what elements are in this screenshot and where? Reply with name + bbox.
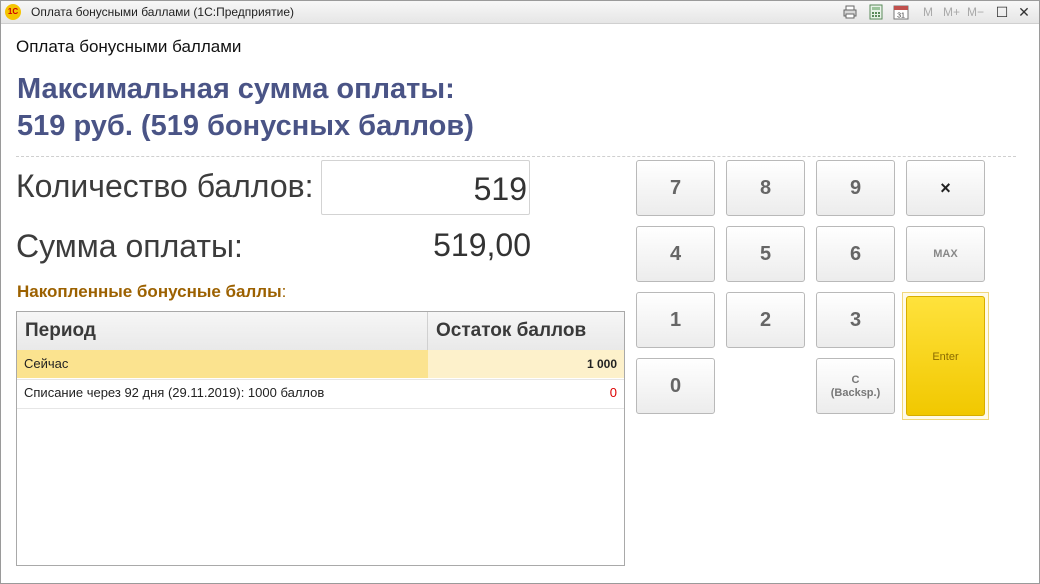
key-9-button[interactable]: 9 <box>816 160 895 216</box>
max-sum-line2: 519 руб. (519 бонусных баллов) <box>17 110 474 142</box>
memory-button[interactable]: M <box>923 5 933 19</box>
max-sum-line1: Максимальная сумма оплаты: <box>17 73 455 105</box>
cell-balance: 1 000 <box>428 350 624 378</box>
column-header-balance[interactable]: Остаток баллов <box>428 312 624 350</box>
key-2-button[interactable]: 2 <box>726 292 805 348</box>
cell-balance: 0 <box>609 385 617 400</box>
calculator-icon[interactable] <box>868 4 884 20</box>
accumulated-points-label: Накопленные бонусные баллы: <box>17 282 286 302</box>
cell-period: Сейчас <box>17 350 428 378</box>
key-6-button[interactable]: 6 <box>816 226 895 282</box>
form-title: Оплата бонусными баллами <box>16 37 242 56</box>
points-label: Количество баллов: <box>16 168 314 204</box>
sum-label: Сумма оплаты: <box>16 228 243 264</box>
calendar-day-label: 31 <box>897 13 905 20</box>
max-button[interactable]: MAX <box>906 226 985 282</box>
backspace-label-line1: C <box>851 374 860 386</box>
enter-button-frame: Enter <box>902 292 989 420</box>
close-icon[interactable]: × <box>906 160 985 216</box>
separator <box>16 156 1016 157</box>
window-title: Оплата бонусными баллами (1С:Предприятие… <box>31 5 295 19</box>
key-4-button[interactable]: 4 <box>636 226 715 282</box>
column-header-period[interactable]: Период <box>17 312 428 350</box>
key-5-button[interactable]: 5 <box>726 226 805 282</box>
table-row[interactable]: Списание через 92 дня (29.11.2019): 1000… <box>17 379 624 409</box>
enter-button[interactable]: Enter <box>906 296 985 416</box>
app-logo-icon: 1С <box>5 4 21 20</box>
title-bar: 1С Оплата бонусными баллами (1С:Предприя… <box>1 1 1039 24</box>
calendar-icon[interactable]: 31 <box>893 4 909 20</box>
app-window: 1С Оплата бонусными баллами (1С:Предприя… <box>0 0 1040 584</box>
memory-minus-button[interactable]: M− <box>967 5 984 19</box>
print-icon[interactable] <box>842 4 858 20</box>
key-8-button[interactable]: 8 <box>726 160 805 216</box>
sum-value: 519,00 <box>433 227 531 263</box>
maximize-button[interactable]: ☐ <box>993 3 1011 21</box>
key-7-button[interactable]: 7 <box>636 160 715 216</box>
key-0-button[interactable]: 0 <box>636 358 715 414</box>
key-3-button[interactable]: 3 <box>816 292 895 348</box>
accumulated-points-colon: : <box>281 282 287 301</box>
table-header: Период Остаток баллов <box>17 312 624 351</box>
memory-plus-button[interactable]: M+ <box>943 5 960 19</box>
table-row[interactable]: Сейчас 1 000 <box>17 350 624 380</box>
backspace-label-line2: (Backsp.) <box>830 387 881 399</box>
points-input-value: 519 <box>473 171 527 207</box>
key-1-button[interactable]: 1 <box>636 292 715 348</box>
accumulated-points-text: Накопленные бонусные баллы <box>17 282 282 301</box>
close-window-button[interactable]: ✕ <box>1015 3 1033 21</box>
bonus-table[interactable]: Период Остаток баллов Сейчас 1 000 Списа… <box>16 311 625 566</box>
cell-period: Списание через 92 дня (29.11.2019): 1000… <box>24 385 325 400</box>
points-input[interactable]: 519 <box>321 160 530 215</box>
backspace-button[interactable]: C (Backsp.) <box>816 358 895 414</box>
